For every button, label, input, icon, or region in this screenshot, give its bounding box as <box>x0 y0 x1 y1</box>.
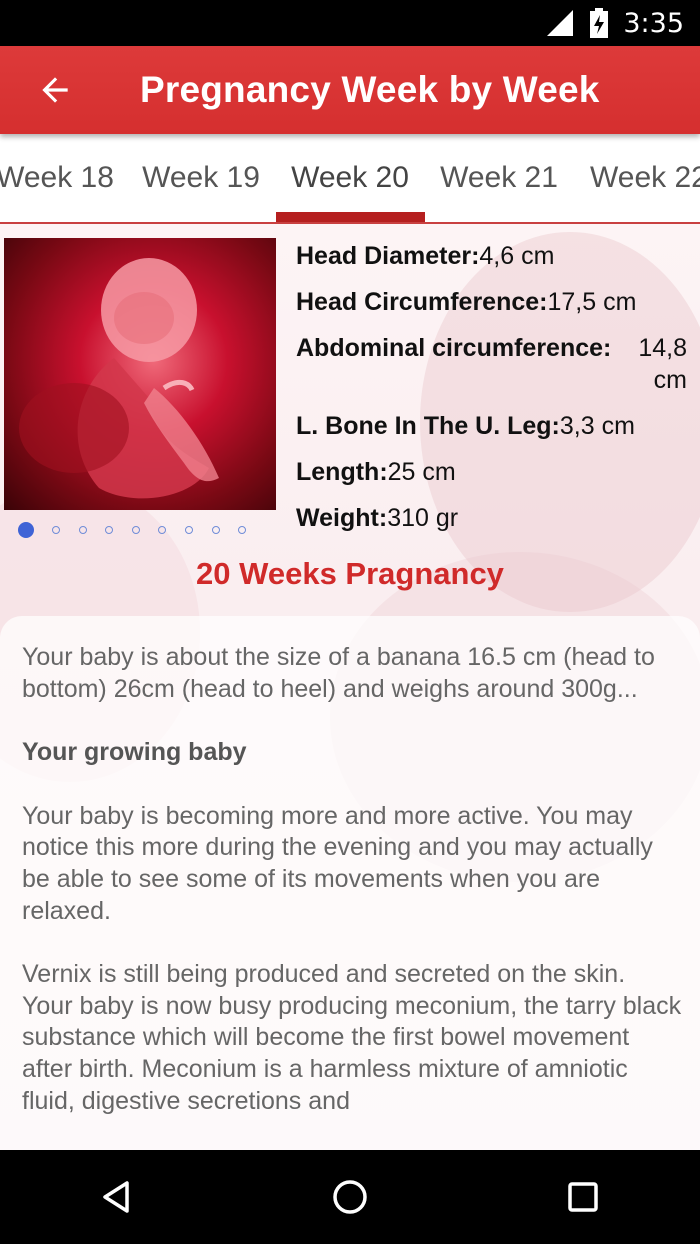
measurements: Head Diameter:4,6 cm Head Circumference:… <box>296 240 691 548</box>
stat-label: Head Circumference: <box>296 288 548 316</box>
stat-value: 3,3 cm <box>559 412 635 440</box>
stat-weight: Weight:310 gr <box>296 502 691 534</box>
stat-head-circumference: Head Circumference:17,5 cm <box>296 286 691 318</box>
nav-home-button[interactable] <box>320 1167 380 1227</box>
stat-label: Weight: <box>296 504 388 532</box>
content-area: Head Diameter:4,6 cm Head Circumference:… <box>0 222 700 1150</box>
nav-home-icon <box>333 1180 367 1214</box>
tab-week-19[interactable]: Week 19 <box>126 134 276 222</box>
stat-label: L. Bone In The U. Leg: <box>296 412 560 440</box>
article-card: Your baby is about the size of a banana … <box>0 616 700 1150</box>
tab-week-22[interactable]: Week 22 <box>573 134 700 222</box>
pager-dot[interactable] <box>78 526 87 534</box>
stat-value: 14,8 cm <box>638 334 687 394</box>
nav-back-button[interactable] <box>87 1167 147 1227</box>
stat-value: 17,5 cm <box>547 288 637 316</box>
stat-leg-bone: L. Bone In The U. Leg:3,3 cm <box>296 410 691 442</box>
status-bar: 3:35 <box>0 0 700 46</box>
week-tabs: Week 18 Week 19 Week 20 Week 21 Week 22 <box>0 134 700 224</box>
tab-week-18[interactable]: Week 18 <box>0 134 130 222</box>
status-time: 3:35 <box>623 7 684 39</box>
back-button[interactable] <box>0 46 110 134</box>
tab-week-21[interactable]: Week 21 <box>424 134 574 222</box>
tab-week-20[interactable]: Week 20 <box>275 134 425 222</box>
stat-value: 4,6 cm <box>479 242 555 270</box>
article-heading: Your growing baby <box>22 738 247 767</box>
tab-indicator <box>276 212 425 222</box>
article-text: Your baby is about the size of a banana … <box>22 642 682 1149</box>
pager-dot[interactable] <box>105 526 114 534</box>
stat-value: 310 gr <box>387 504 459 532</box>
pager-dot[interactable] <box>52 526 60 534</box>
stat-label: Head Diameter: <box>296 242 480 270</box>
nav-recents-button[interactable] <box>553 1167 613 1227</box>
article-intro: Your baby is about the size of a banana … <box>22 643 655 703</box>
pager-dot[interactable] <box>211 526 220 534</box>
pager-dot[interactable] <box>131 526 140 534</box>
stat-label: Abdominal circumference: <box>296 334 612 362</box>
battery-charging-icon <box>590 8 609 38</box>
app-bar: Pregnancy Week by Week <box>0 46 700 134</box>
image-pager-dots <box>18 522 265 538</box>
signal-icon <box>547 10 574 36</box>
section-title: 20 Weeks Pragnancy <box>196 556 504 591</box>
stat-length: Length:25 cm <box>296 456 691 488</box>
pager-dot[interactable] <box>184 526 193 534</box>
page-title: Pregnancy Week by Week <box>140 69 600 110</box>
nav-back-icon <box>102 1181 129 1213</box>
fetus-image[interactable] <box>4 238 276 510</box>
pager-dot[interactable] <box>238 526 247 534</box>
back-arrow-icon <box>42 77 68 103</box>
pager-dot[interactable] <box>18 522 34 538</box>
stat-label: Length: <box>296 458 388 486</box>
stat-head-diameter: Head Diameter:4,6 cm <box>296 240 691 272</box>
system-nav-bar <box>0 1150 700 1244</box>
stat-abdominal-circumference: Abdominal circumference: 14,8 cm <box>296 332 691 396</box>
article-paragraph: Your baby is becoming more and more acti… <box>22 801 653 925</box>
pager-dot[interactable] <box>158 526 167 534</box>
nav-recents-icon <box>568 1182 599 1212</box>
article-paragraph: Vernix is still being produced and secre… <box>22 960 682 1115</box>
stat-value: 25 cm <box>387 458 456 486</box>
